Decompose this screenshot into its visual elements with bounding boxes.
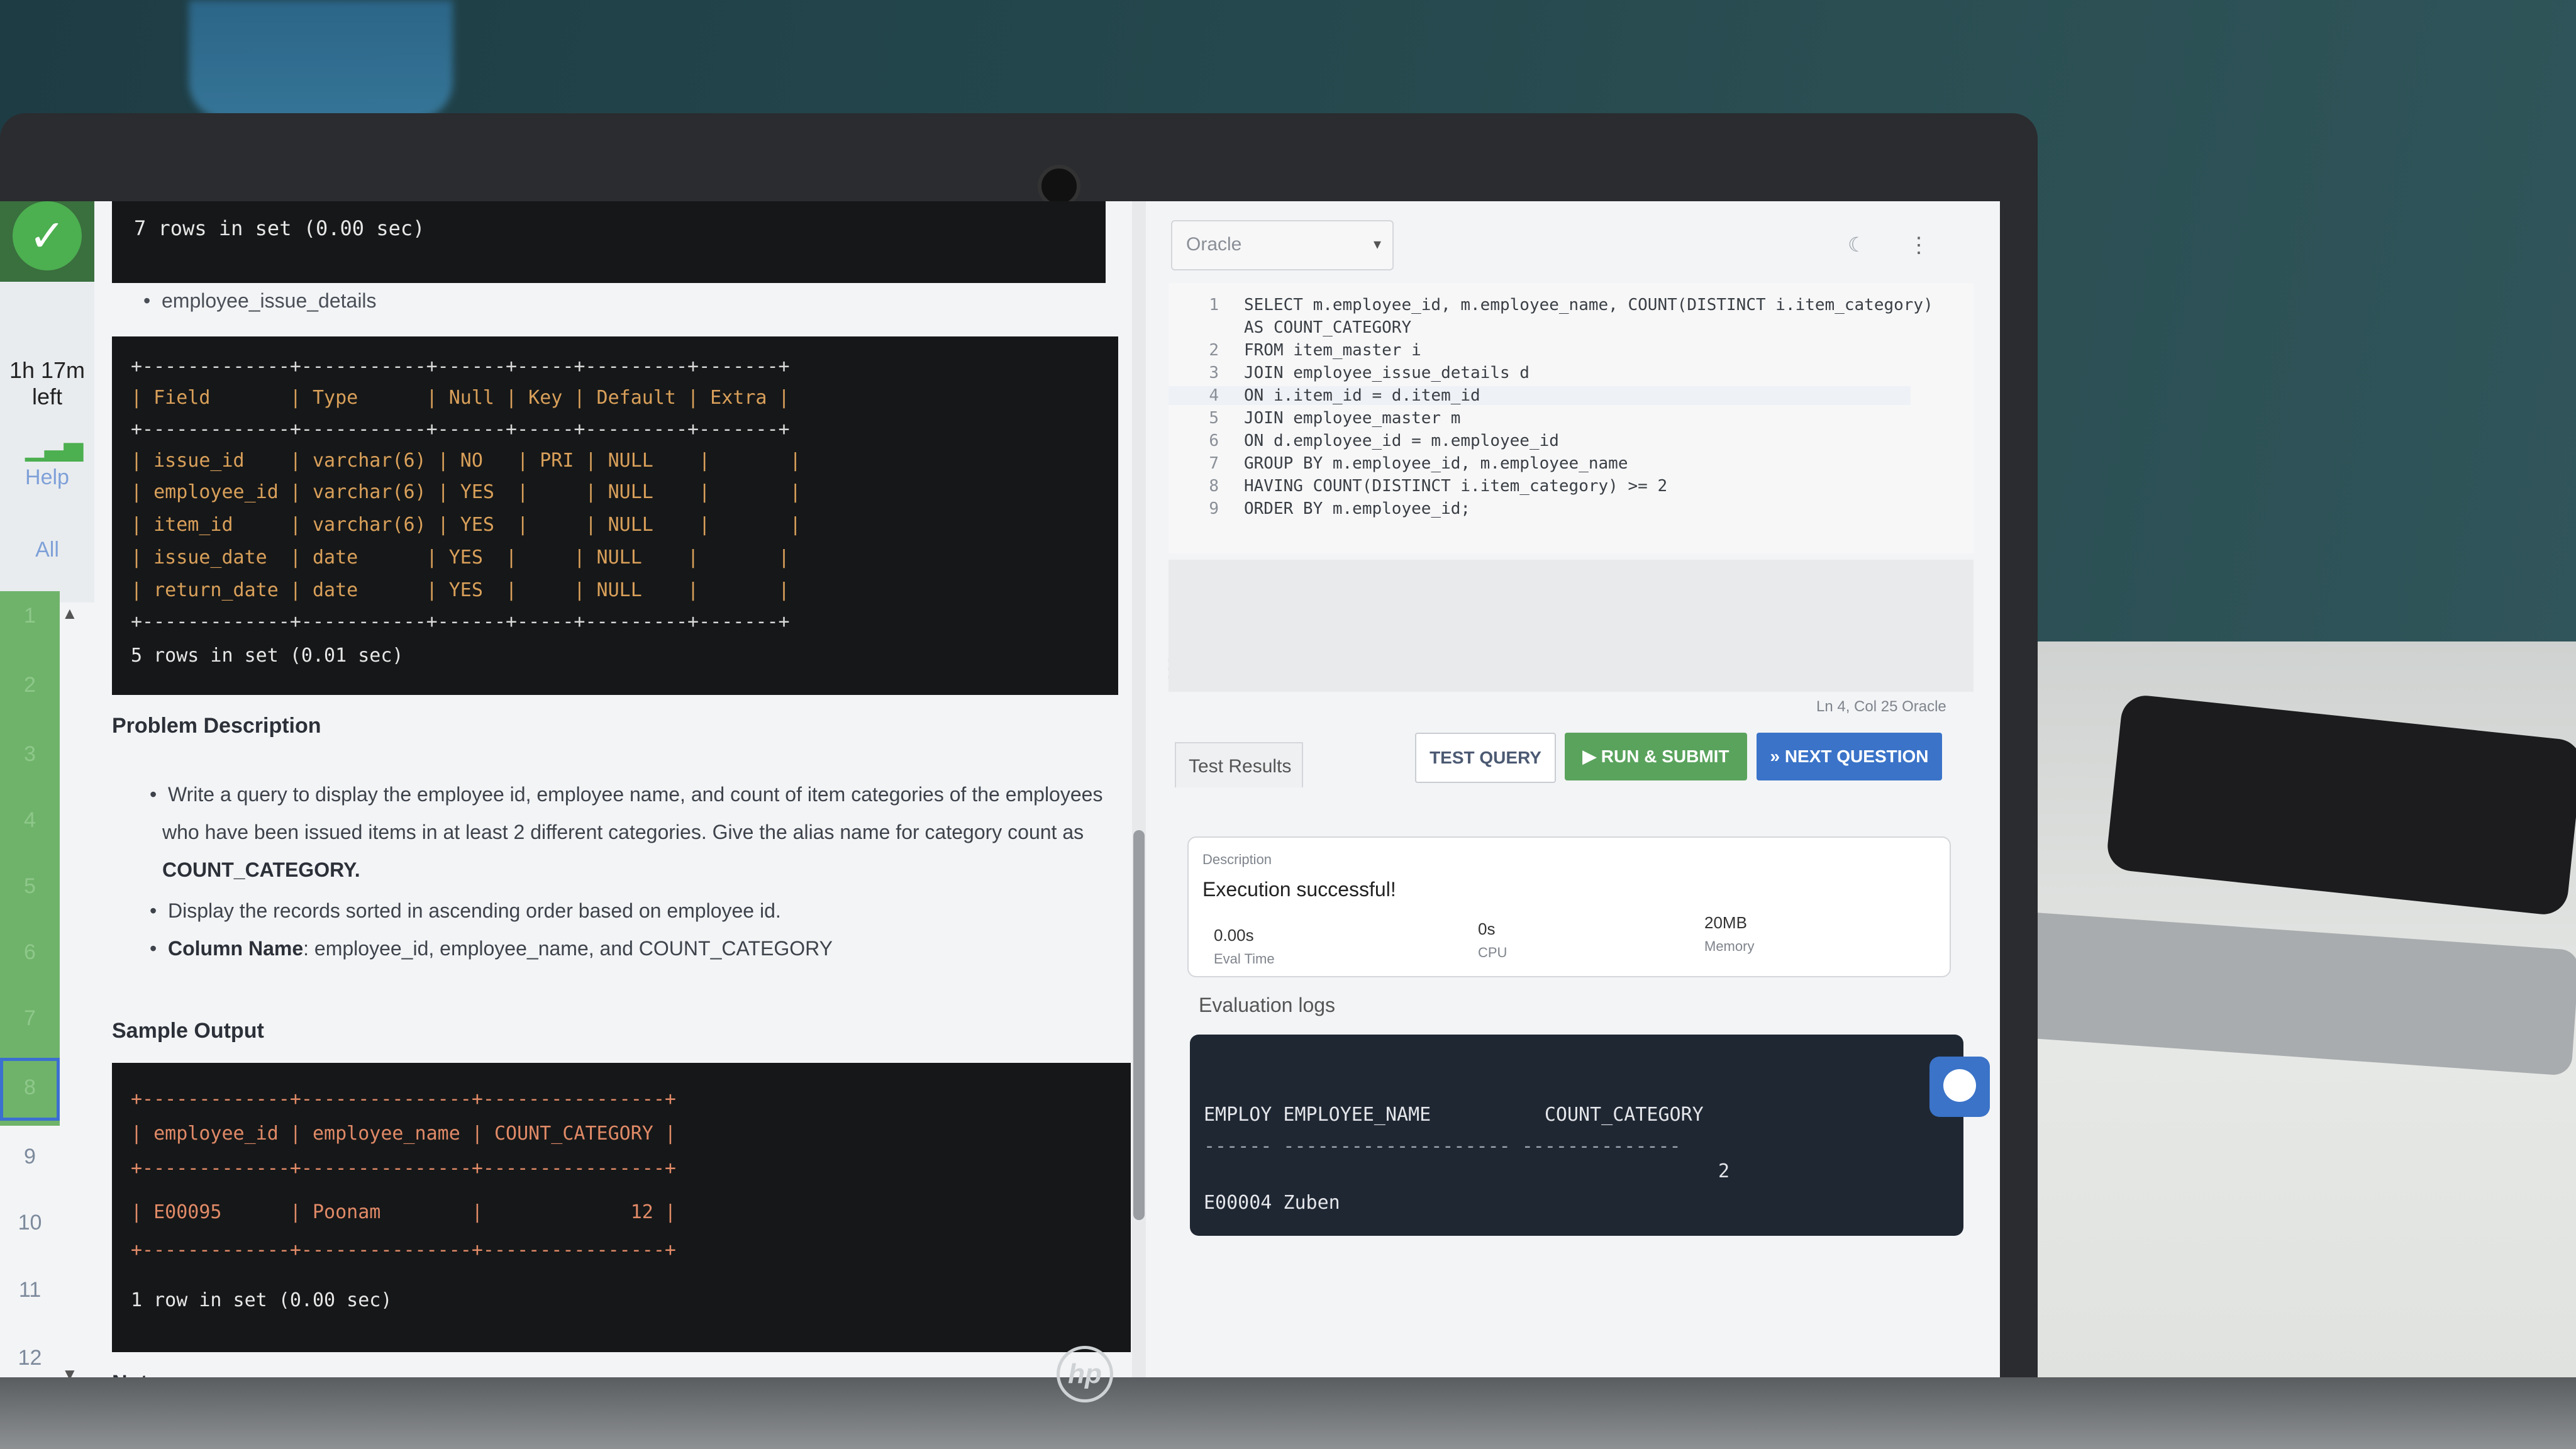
question-number[interactable]: 9: [0, 1145, 60, 1169]
schema-line: | Field | Type | Null | Key | Default | …: [131, 387, 790, 409]
language-select[interactable]: Oracle ▾: [1171, 220, 1394, 270]
screen: ✓ 1h 17m left ▁▃▅ Help All 1 2 3 4 5 6 7…: [0, 201, 2000, 1402]
description-label: Description: [1202, 852, 1272, 867]
cpu-label: CPU: [1478, 945, 1507, 960]
run-submit-button[interactable]: ▶ RUN & SUBMIT: [1565, 733, 1747, 780]
problem-line: • Display the records sorted in ascendin…: [150, 899, 781, 922]
code-line[interactable]: 9 ORDER BY m.employee_id;: [1169, 499, 1470, 518]
question-number[interactable]: 2: [0, 673, 60, 697]
scroll-thumb[interactable]: [1133, 830, 1145, 1220]
editor-footer-area: [1169, 560, 1974, 692]
code-line[interactable]: 2 FROM item_master i: [1169, 341, 1421, 360]
code-line-active[interactable]: 4 ON i.item_id = d.item_id: [1169, 386, 1911, 405]
execution-message: Execution successful!: [1202, 878, 1396, 901]
question-rail: ✓ 1h 17m left ▁▃▅ Help All 1 2 3 4 5 6 7…: [0, 201, 112, 1402]
memory-label: Memory: [1704, 938, 1755, 954]
evaluation-logs-terminal: EMPLOY EMPLOYEE_NAME COUNT_CATEGORY ----…: [1190, 1035, 1963, 1236]
schema-line: +-------------+-----------+------+-----+…: [131, 611, 790, 633]
code-line[interactable]: 3 JOIN employee_issue_details d: [1169, 364, 1530, 382]
sample-line: +-------------+---------------+---------…: [131, 1239, 676, 1261]
chevron-down-icon: ▾: [1374, 236, 1382, 253]
code-line[interactable]: 7 GROUP BY m.employee_id, m.employee_name: [1169, 454, 1628, 473]
next-question-button[interactable]: » NEXT QUESTION: [1757, 733, 1942, 780]
log-header: EMPLOY EMPLOYEE_NAME COUNT_CATEGORY: [1204, 1104, 1704, 1126]
evaluation-logs-heading: Evaluation logs: [1199, 994, 1336, 1016]
code-line[interactable]: 8 HAVING COUNT(DISTINCT i.item_category) …: [1169, 477, 1667, 496]
question-number[interactable]: 4: [0, 808, 60, 833]
schema-line: +-------------+-----------+------+-----+…: [131, 418, 790, 440]
question-number[interactable]: 8: [0, 1075, 60, 1100]
time-left: 1h 17m left: [9, 357, 86, 409]
sample-output-heading: Sample Output: [112, 1019, 264, 1043]
terminal-output-top: 7 rows in set (0.00 sec): [112, 201, 1106, 283]
question-number[interactable]: 1: [0, 604, 60, 628]
log-row: E00004 Zuben: [1204, 1192, 1340, 1214]
schema-line: | issue_id | varchar(6) | NO | PRI | NUL…: [131, 450, 801, 472]
check-icon: ✓: [13, 201, 82, 270]
cpu-value: 0s: [1478, 919, 1496, 938]
schema-line: | return_date | date | YES | | NULL | |: [131, 579, 790, 601]
code-line[interactable]: 5 JOIN employee_master m: [1169, 409, 1460, 428]
tab-test-results[interactable]: Test Results: [1175, 742, 1303, 787]
laptop-hinge: [0, 1377, 2576, 1449]
help-link[interactable]: Help: [0, 465, 94, 490]
sample-line: +-------------+---------------+---------…: [131, 1157, 676, 1179]
sample-line: +-------------+---------------+---------…: [131, 1088, 676, 1110]
question-number[interactable]: 12: [0, 1346, 60, 1370]
sample-output-terminal: +-------------+---------------+---------…: [112, 1063, 1131, 1352]
test-query-button[interactable]: TEST QUERY: [1415, 733, 1556, 783]
sample-line: | employee_id | employee_name | COUNT_CA…: [131, 1123, 676, 1145]
editor-panel: Oracle ▾ ☾ ⋮ 1 SELECT m.employee_id, m.em…: [1169, 201, 2000, 1402]
schema-line: +-------------+-----------+------+-----+…: [131, 355, 790, 377]
code-editor[interactable]: 1 SELECT m.employee_id, m.employee_name, …: [1169, 283, 1974, 553]
question-scrollbar[interactable]: [1132, 201, 1146, 1384]
table-name-bullet: • employee_issue_details: [143, 289, 377, 312]
question-number[interactable]: 11: [0, 1278, 60, 1302]
hp-logo: hp: [1057, 1346, 1113, 1402]
question-number[interactable]: 7: [0, 1006, 60, 1031]
execution-result-card: Description Execution successful! 0.00s …: [1187, 836, 1951, 977]
question-number[interactable]: 5: [0, 874, 60, 899]
editor-status-bar: Ln 4, Col 25 Oracle: [1816, 698, 1946, 715]
code-line[interactable]: 1 SELECT m.employee_id, m.employee_name, …: [1169, 296, 1933, 314]
code-line[interactable]: AS COUNT_CATEGORY: [1169, 318, 1411, 337]
code-line[interactable]: 6 ON d.employee_id = m.employee_id: [1169, 431, 1559, 450]
theme-toggle-icon[interactable]: ☾: [1848, 233, 1866, 257]
problem-line: COUNT_CATEGORY.: [162, 858, 360, 881]
question-panel: 7 rows in set (0.00 sec) • employee_issu…: [112, 201, 1131, 1402]
more-options-icon[interactable]: ⋮: [1908, 233, 1929, 258]
column-name-line: • Column Name: employee_id, employee_nam…: [150, 937, 833, 960]
memory-value: 20MB: [1704, 913, 1747, 932]
schema-line: | issue_date | date | YES | | NULL | |: [131, 547, 790, 569]
schema-line: | item_id | varchar(6) | YES | | NULL | …: [131, 514, 801, 536]
eval-time-label: Eval Time: [1214, 951, 1275, 967]
problem-line: who have been issued items in at least 2…: [162, 821, 1084, 843]
question-number[interactable]: 3: [0, 742, 60, 767]
problem-line: • Write a query to display the employee …: [150, 783, 1103, 806]
terminal-line: 7 rows in set (0.00 sec): [134, 216, 425, 240]
question-number[interactable]: 10: [0, 1211, 60, 1235]
problem-heading: Problem Description: [112, 714, 321, 738]
sample-line: | E00095 | Poonam | 12 |: [131, 1201, 676, 1223]
question-number[interactable]: 6: [0, 940, 60, 965]
eval-time-value: 0.00s: [1214, 926, 1254, 945]
chat-bubble-icon[interactable]: [1929, 1057, 1990, 1117]
scroll-up-arrow-icon[interactable]: ▲: [62, 604, 78, 623]
schema-line: 5 rows in set (0.01 sec): [131, 645, 404, 667]
schema-terminal: +-------------+-----------+------+-----+…: [112, 336, 1118, 695]
all-link[interactable]: All: [0, 538, 94, 562]
schema-line: | employee_id | varchar(6) | YES | | NUL…: [131, 481, 801, 503]
signal-icon: ▁▃▅: [25, 433, 84, 461]
sample-line: 1 row in set (0.00 sec): [131, 1289, 392, 1311]
log-divider: ------ -------------------- ------------…: [1204, 1135, 1681, 1157]
background-bottle: [189, 0, 453, 119]
log-count: 2: [1718, 1160, 1730, 1182]
